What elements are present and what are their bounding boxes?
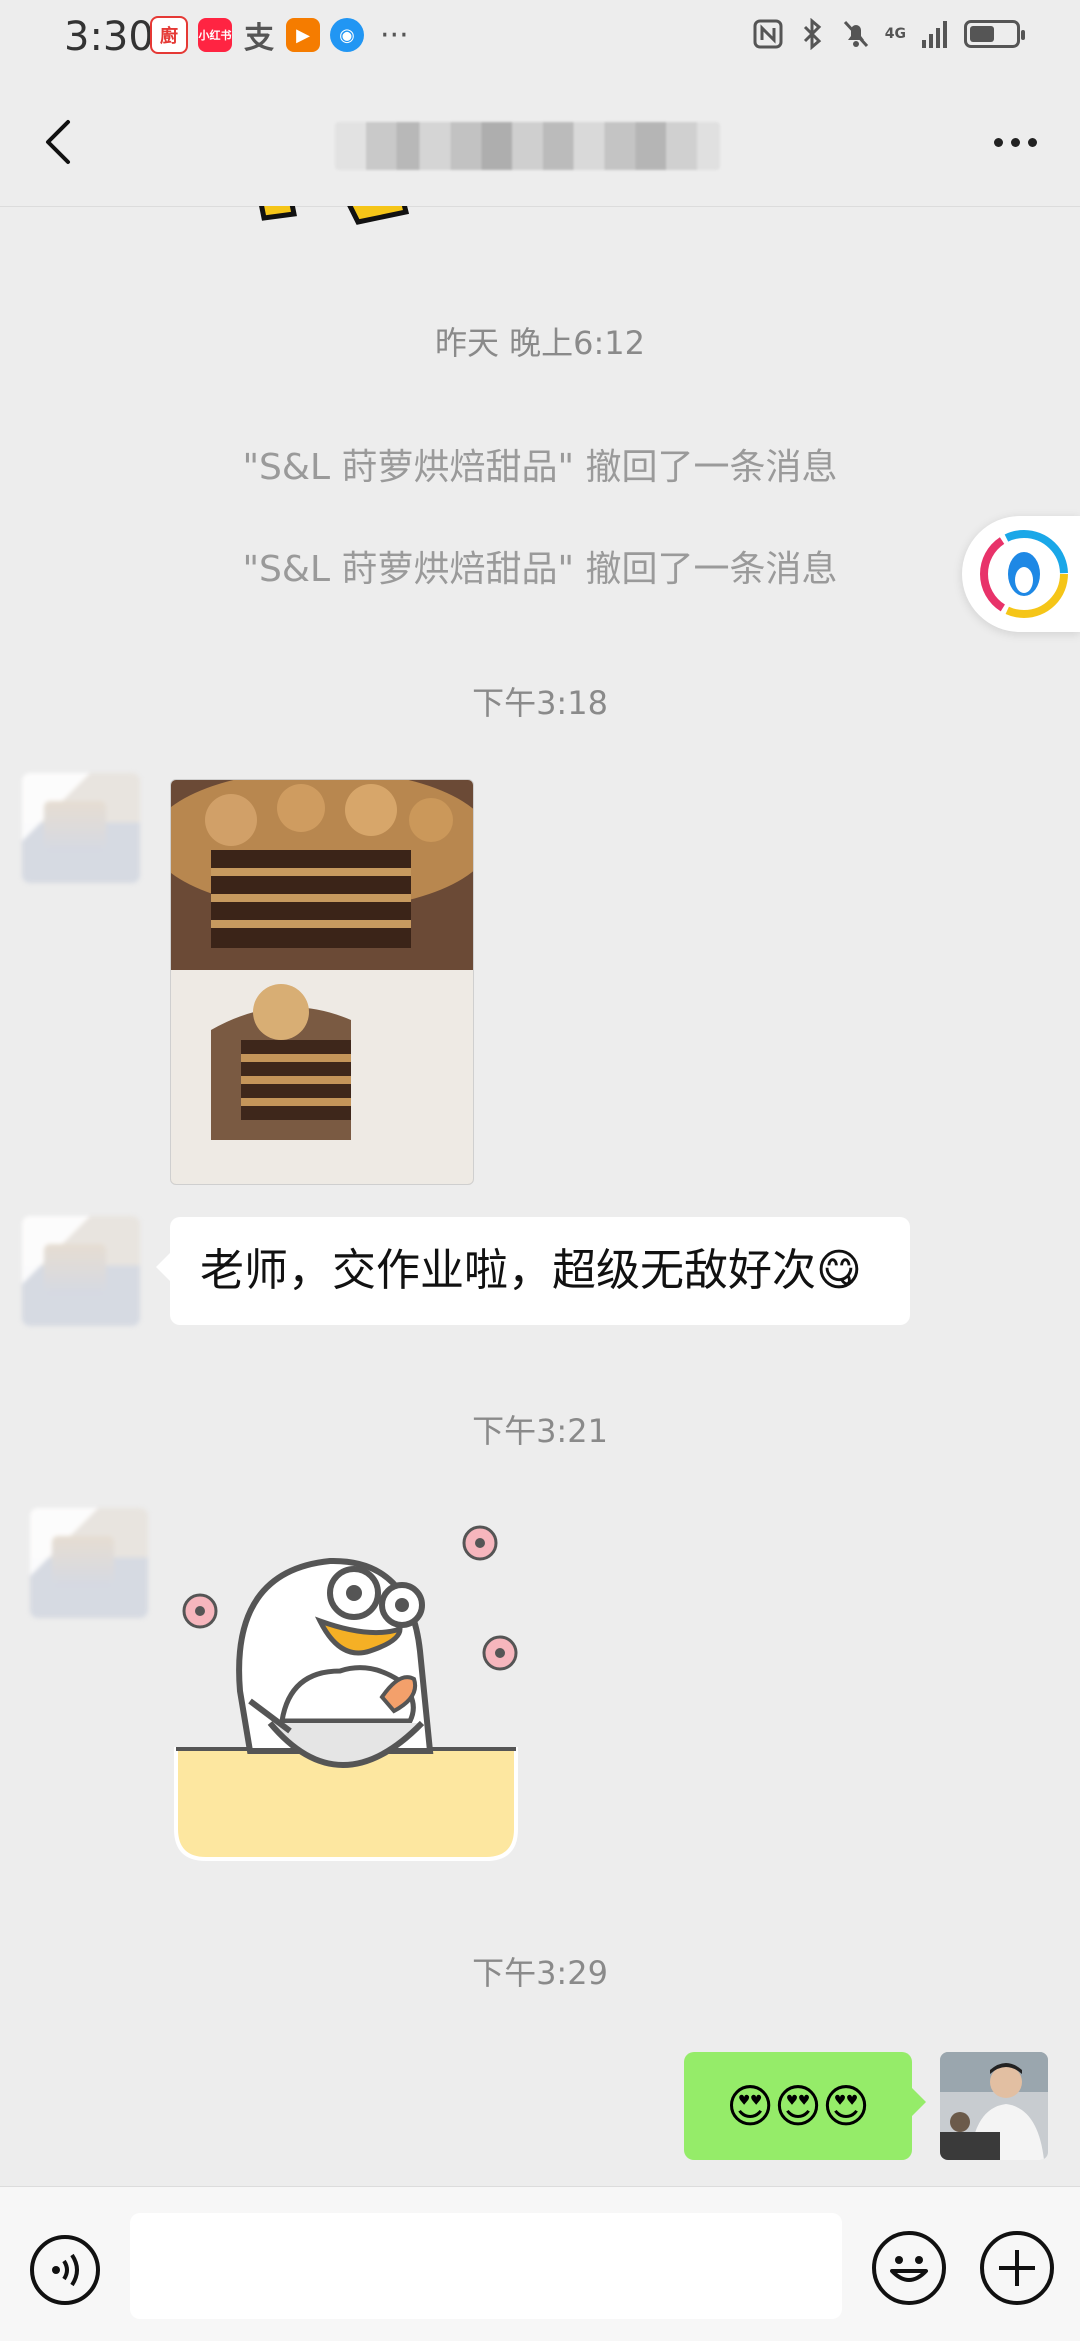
cake-photo-message[interactable] xyxy=(170,779,474,1185)
chat-input-bar xyxy=(0,2186,1080,2341)
back-button[interactable] xyxy=(30,112,90,172)
chat-message-list[interactable]: 昨天 晚上6:12 "S&L 莳萝烘焙甜品" 撤回了一条消息 "S&L 莳萝烘焙… xyxy=(0,206,1080,2186)
flower-icon xyxy=(182,1593,218,1629)
plus-icon xyxy=(999,2250,1035,2286)
timestamp: 下午3:29 xyxy=(472,1954,608,1992)
status-indicators: 4G xyxy=(753,18,1025,50)
text-message-bubble[interactable]: 老师，交作业啦，超级无敌好次😋 xyxy=(156,1217,910,1325)
emoji-button[interactable] xyxy=(872,2231,946,2305)
video-icon: ▶ xyxy=(286,18,320,52)
more-functions-button[interactable] xyxy=(980,2231,1054,2305)
cake-photo xyxy=(171,780,473,1184)
chat-title-blurred xyxy=(335,122,720,170)
more-notifications-icon: ··· xyxy=(380,17,409,53)
browser-icon: ◉ xyxy=(330,18,364,52)
my-avatar[interactable] xyxy=(940,2052,1048,2160)
bluetooth-icon xyxy=(803,18,821,50)
voice-input-button[interactable] xyxy=(30,2235,100,2305)
qq-penguin-icon xyxy=(980,530,1068,618)
timestamp: 下午3:21 xyxy=(472,1412,608,1450)
contact-avatar[interactable] xyxy=(22,773,140,883)
sticker-partial xyxy=(259,206,410,225)
message-input[interactable] xyxy=(130,2213,842,2319)
recall-notice: "S&L 莳萝烘焙甜品" 撤回了一条消息 xyxy=(242,447,838,488)
battery-icon xyxy=(964,20,1025,48)
voice-icon xyxy=(52,2253,79,2287)
floating-qq-button[interactable] xyxy=(962,516,1080,632)
chat-header xyxy=(0,76,1080,207)
flower-icon xyxy=(462,1525,498,1561)
contact-avatar[interactable] xyxy=(22,1216,140,1326)
signal-icon xyxy=(922,21,947,48)
mute-bell-icon xyxy=(843,20,868,48)
network-label: 4G xyxy=(884,26,906,42)
battery-level xyxy=(970,26,994,42)
smiley-icon xyxy=(890,2256,928,2282)
timestamp: 下午3:18 xyxy=(472,684,608,722)
more-options-button[interactable] xyxy=(980,114,1050,170)
alipay-icon: 支 xyxy=(244,21,274,56)
nfc-icon xyxy=(753,19,783,49)
contact-avatar[interactable] xyxy=(30,1508,148,1618)
recall-notice: "S&L 莳萝烘焙甜品" 撤回了一条消息 xyxy=(242,549,838,590)
my-avatar-photo xyxy=(940,2052,1048,2160)
status-bar: 3:30 廚 小红书 支 ▶ ◉ ··· 4G xyxy=(0,0,1080,76)
duck-eating-sticker[interactable] xyxy=(170,1511,530,1871)
my-message-bubble[interactable]: 😍😍😍 xyxy=(684,2052,926,2160)
app-rice-icon: 廚 xyxy=(150,16,188,54)
timestamp: 昨天 晚上6:12 xyxy=(434,324,646,362)
flower-icon xyxy=(482,1635,518,1671)
status-time: 3:30 xyxy=(64,14,154,60)
status-app-icons: 廚 小红书 支 ▶ ◉ ··· xyxy=(150,16,409,56)
xiaohongshu-icon: 小红书 xyxy=(198,18,232,52)
